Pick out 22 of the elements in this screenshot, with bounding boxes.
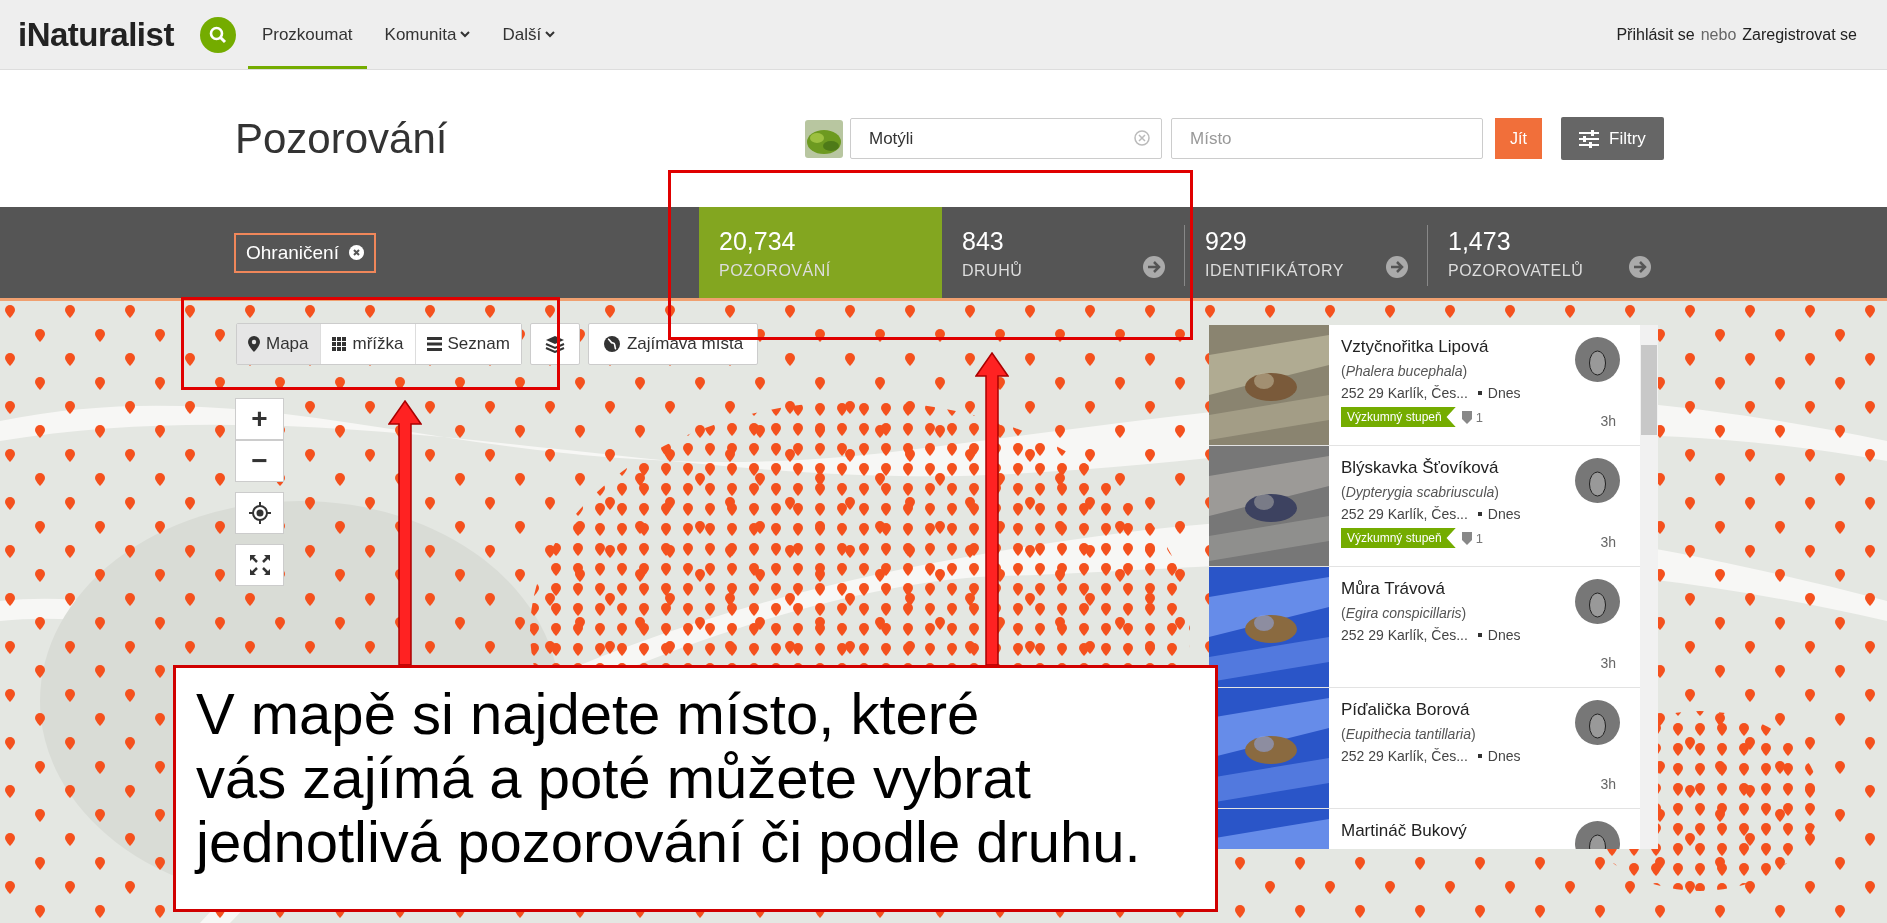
filters-button[interactable]: Filtry	[1561, 117, 1664, 160]
page-title: Pozorování	[235, 114, 449, 163]
nav-item[interactable]: Další	[488, 0, 570, 69]
arrow-right-icon	[1386, 256, 1408, 278]
nav-item[interactable]: Prozkoumat	[247, 0, 367, 69]
nav-item[interactable]: Komunita	[370, 0, 485, 69]
stat-tab[interactable]: 843 DRUHŮ	[942, 207, 1185, 298]
arrow-right-icon	[1629, 256, 1651, 278]
search-icon	[208, 25, 227, 44]
logo[interactable]: iNaturalist	[18, 0, 174, 69]
sliders-icon	[1579, 129, 1599, 148]
place-field[interactable]: Místo	[1171, 118, 1483, 159]
search-button[interactable]	[199, 16, 236, 53]
sign-in-link[interactable]: Přihlásit se	[1616, 25, 1695, 44]
remove-icon[interactable]	[348, 245, 364, 260]
sign-up-link[interactable]: Zaregistrovat se	[1742, 25, 1857, 44]
arrow-right-icon	[1143, 256, 1165, 278]
taxon-field[interactable]: Motýli	[850, 118, 1162, 159]
or-text: nebo	[1700, 25, 1737, 44]
stat-tab[interactable]: 1,473 POZOROVATELŮ	[1428, 207, 1671, 298]
filter-chip[interactable]: Ohraničení	[234, 232, 376, 273]
stat-tab[interactable]: 929 IDENTIFIKÁTORY	[1185, 207, 1428, 298]
